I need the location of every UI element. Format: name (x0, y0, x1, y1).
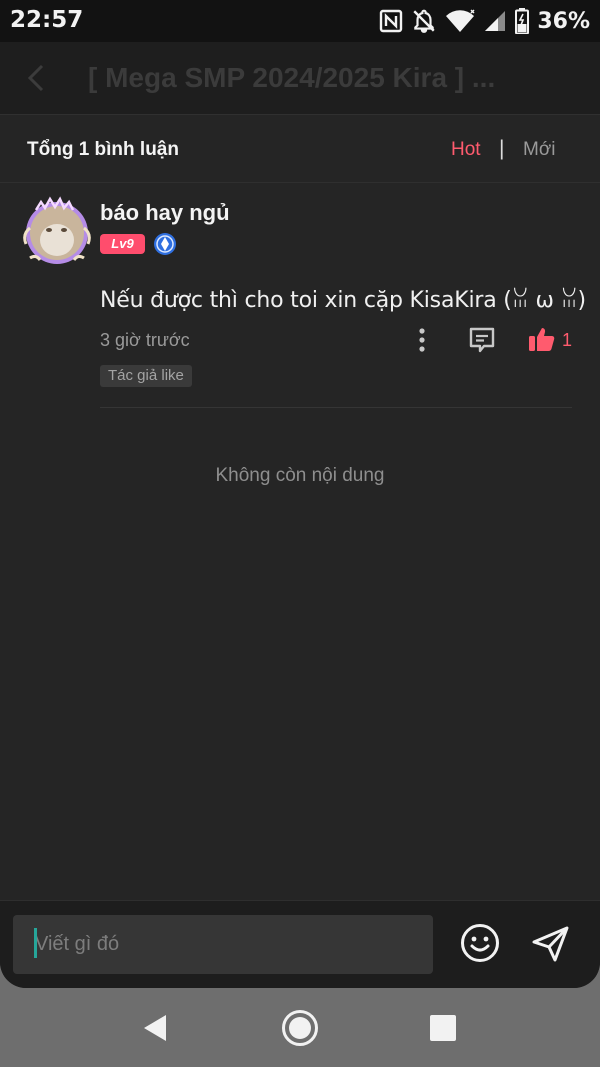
sort-hot-tab[interactable]: Hot (451, 139, 481, 161)
more-options-icon[interactable] (412, 326, 432, 354)
thumbs-up-icon[interactable] (528, 325, 556, 353)
nav-recents-icon[interactable] (430, 1015, 456, 1041)
comment-text: Nếu được thì cho toi xin cặp KisaKira (ꈍ… (100, 288, 586, 313)
status-icons: 36% (379, 6, 590, 36)
text-cursor (34, 928, 37, 958)
empty-state-text: Không còn nội dung (215, 465, 385, 486)
send-icon[interactable] (529, 923, 571, 965)
comment-divider (100, 407, 572, 408)
nav-back-icon[interactable] (141, 1012, 169, 1044)
battery-icon (515, 8, 530, 34)
sort-separator: | (499, 137, 505, 160)
cell-signal-icon (485, 11, 506, 31)
comment-total-label: Tổng 1 bình luận (27, 139, 179, 160)
page-title: [ Mega SMP 2024/2025 Kira ] ... (88, 62, 496, 93)
notifications-off-icon (413, 9, 435, 33)
comment-input-bar (0, 900, 600, 988)
nfc-icon (380, 9, 403, 33)
nav-home-icon[interactable] (281, 1009, 319, 1047)
comments-screen: 22:57 36% [Mega SMP 2024/2025 Kira] ..… (0, 0, 600, 988)
status-bar: 22:57 36% (0, 0, 600, 42)
battery-percent: 36% (537, 8, 590, 34)
reply-comment-icon[interactable] (467, 325, 497, 355)
level-badge: Lv9 (100, 234, 145, 254)
avatar[interactable] (22, 196, 92, 266)
status-time: 22:57 (10, 7, 84, 33)
author-liked-tag: Tác giả like (100, 365, 192, 387)
emoji-icon[interactable] (459, 922, 501, 964)
verified-badge-icon (154, 233, 176, 255)
sort-bar: Tổng 1 bình luận Hot | Mới (0, 115, 600, 183)
page-header: [ Mega SMP 2024/2025 Kira ] ... (0, 42, 600, 115)
wifi-icon (446, 9, 475, 32)
comment-username[interactable]: báo hay ngủ (100, 200, 230, 226)
comment-input[interactable] (13, 915, 433, 974)
chevron-left-icon[interactable] (22, 62, 52, 94)
system-nav-bar (0, 988, 600, 1067)
comment-time: 3 giờ trước (100, 330, 190, 350)
like-count: 1 (562, 330, 573, 350)
sort-new-tab[interactable]: Mới (523, 139, 556, 161)
